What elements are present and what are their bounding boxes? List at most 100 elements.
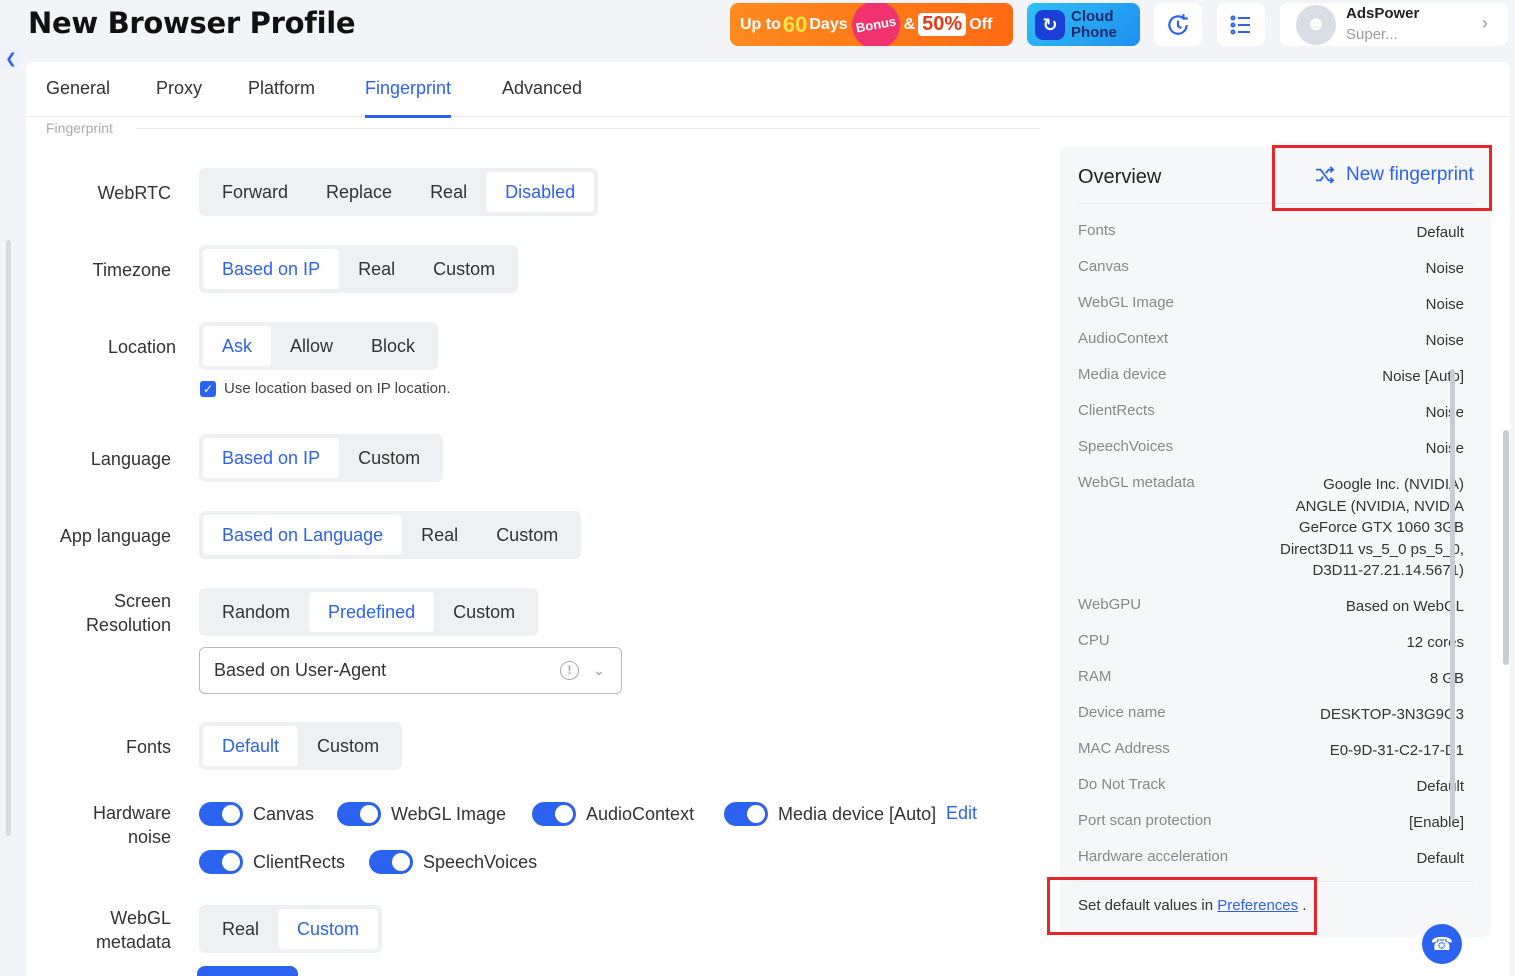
- screen-resolution-select-value: Based on User-Agent: [214, 660, 387, 680]
- screen-resolution-label: Screen Resolution: [21, 589, 171, 637]
- toggle-speechvoices[interactable]: SpeechVoices: [369, 850, 537, 874]
- overview-key: MAC Address: [1078, 740, 1170, 757]
- timezone-option-real[interactable]: Real: [339, 249, 414, 289]
- overview-key: Do Not Track: [1078, 776, 1166, 793]
- overview-key: AudioContext: [1078, 330, 1169, 347]
- cloud-phone-button[interactable]: ↻ Cloud Phone: [1027, 3, 1140, 46]
- toggle-clientrects[interactable]: ClientRects: [199, 850, 345, 874]
- promo-banner[interactable]: Up to 60 Days Bonus & 50% Off: [730, 3, 1013, 46]
- language-option-based-on-ip[interactable]: Based on IP: [203, 438, 340, 478]
- info-icon[interactable]: !: [560, 661, 579, 680]
- overview-value: [Enable]: [1408, 814, 1464, 831]
- section-divider: [136, 128, 1040, 129]
- fonts-segmented: Default Custom: [199, 722, 403, 770]
- ok-button[interactable]: [197, 966, 298, 976]
- tab-general[interactable]: General: [46, 78, 110, 115]
- toggle-switch[interactable]: [724, 802, 768, 826]
- promo-pct: 50%: [918, 13, 967, 36]
- toggle-switch[interactable]: [199, 802, 243, 826]
- sync-icon: [1168, 13, 1188, 35]
- user-menu[interactable]: ☻ AdsPower Super... ›: [1280, 3, 1508, 46]
- overview-key: WebGL metadata: [1078, 474, 1195, 491]
- app-language-label: App language: [59, 526, 171, 546]
- collapse-sidebar-button[interactable]: ❮: [0, 46, 22, 70]
- overview-value: Noise: [1425, 404, 1464, 421]
- overview-key: WebGL Image: [1078, 294, 1174, 311]
- sync-button[interactable]: [1154, 3, 1202, 46]
- screen-resolution-segmented: Random Predefined Custom: [199, 588, 539, 636]
- ip-location-checkbox-row[interactable]: ✓ Use location based on IP location.: [200, 380, 451, 397]
- overview-panel: Overview New fingerprint Fonts Default C…: [1060, 147, 1491, 937]
- cloud-phone-line1: Cloud: [1071, 7, 1114, 25]
- toggle-switch[interactable]: [199, 850, 243, 874]
- webrtc-option-replace[interactable]: Replace: [307, 172, 411, 212]
- fonts-option-custom[interactable]: Custom: [298, 726, 398, 766]
- app-language-option-custom[interactable]: Custom: [477, 515, 577, 555]
- screen-resolution-option-random[interactable]: Random: [203, 592, 309, 632]
- toggle-audiocontext[interactable]: AudioContext: [532, 802, 694, 826]
- screen-resolution-label-line2: Resolution: [85, 615, 171, 635]
- webrtc-label: WebRTC: [97, 183, 171, 203]
- webgl-metadata-label-line2: metadata: [95, 932, 171, 952]
- tab-proxy[interactable]: Proxy: [156, 78, 202, 115]
- chevron-right-icon: ›: [1482, 13, 1488, 33]
- toggle-canvas[interactable]: Canvas: [199, 802, 314, 826]
- webrtc-option-forward[interactable]: Forward: [203, 172, 307, 212]
- overview-title: Overview: [1078, 166, 1162, 188]
- toggle-label: AudioContext: [586, 803, 695, 824]
- hardware-noise-label-line1: Hardware: [92, 803, 171, 823]
- webgl-metadata-option-custom[interactable]: Custom: [278, 909, 379, 949]
- location-segmented: Ask Allow Block: [199, 322, 439, 370]
- location-option-block[interactable]: Block: [352, 326, 434, 366]
- language-label: Language: [90, 449, 171, 469]
- check-icon[interactable]: ✓: [200, 380, 216, 397]
- overview-key: Fonts: [1078, 222, 1116, 239]
- promo-off: Off: [969, 15, 993, 33]
- tab-advanced[interactable]: Advanced: [502, 78, 582, 115]
- timezone-label: Timezone: [92, 260, 171, 280]
- page-scrollbar[interactable]: [1503, 430, 1509, 665]
- support-button[interactable]: ☎: [1422, 924, 1462, 964]
- toggle-switch[interactable]: [369, 850, 413, 874]
- timezone-option-custom[interactable]: Custom: [414, 249, 514, 289]
- toggle-media-device[interactable]: Media device [Auto]: [724, 802, 936, 826]
- avatar-icon: ☻: [1296, 4, 1336, 45]
- webrtc-option-real[interactable]: Real: [411, 172, 486, 212]
- fonts-option-default[interactable]: Default: [203, 726, 299, 766]
- task-list-button[interactable]: [1217, 3, 1265, 46]
- toggle-switch[interactable]: [532, 802, 576, 826]
- location-option-ask[interactable]: Ask: [203, 326, 272, 366]
- app-language-option-real[interactable]: Real: [402, 515, 477, 555]
- highlight-preferences: [1047, 877, 1317, 935]
- toggle-webgl-image[interactable]: WebGL Image: [337, 802, 506, 826]
- promo-days-word: Days: [809, 15, 848, 33]
- promo-days-num: 60: [782, 11, 808, 37]
- screen-resolution-option-predefined[interactable]: Predefined: [309, 592, 435, 632]
- webgl-metadata-option-real[interactable]: Real: [203, 909, 278, 949]
- cloud-phone-icon: ↻: [1035, 9, 1065, 40]
- webrtc-option-disabled[interactable]: Disabled: [486, 172, 595, 212]
- tab-fingerprint[interactable]: Fingerprint: [365, 78, 452, 118]
- media-device-edit-link[interactable]: Edit: [946, 803, 977, 824]
- tab-platform[interactable]: Platform: [248, 78, 315, 115]
- location-option-allow[interactable]: Allow: [271, 326, 352, 366]
- promo-amp: &: [903, 15, 916, 33]
- overview-value: Default: [1416, 850, 1464, 867]
- left-scrollbar[interactable]: [6, 240, 11, 836]
- overview-value: Noise: [1425, 332, 1464, 349]
- hardware-noise-label-line2: noise: [127, 827, 171, 847]
- toggle-switch[interactable]: [337, 802, 381, 826]
- overview-key: Hardware acceleration: [1078, 848, 1229, 865]
- overview-scrollbar[interactable]: [1450, 369, 1455, 819]
- tab-bar: General Proxy Platform Fingerprint Advan…: [26, 62, 1510, 118]
- app-language-option-based-on-language[interactable]: Based on Language: [203, 515, 403, 555]
- chevron-down-icon: ⌄: [593, 662, 605, 678]
- timezone-option-based-on-ip[interactable]: Based on IP: [203, 249, 340, 289]
- screen-resolution-option-custom[interactable]: Custom: [434, 592, 534, 632]
- toggle-label: Canvas: [253, 803, 315, 824]
- section-title: Fingerprint: [46, 120, 113, 136]
- screen-resolution-select[interactable]: Based on User-Agent ! ⌄: [199, 647, 622, 694]
- fonts-label: Fonts: [125, 737, 171, 757]
- overview-value: Default: [1416, 224, 1464, 241]
- language-option-custom[interactable]: Custom: [339, 438, 439, 478]
